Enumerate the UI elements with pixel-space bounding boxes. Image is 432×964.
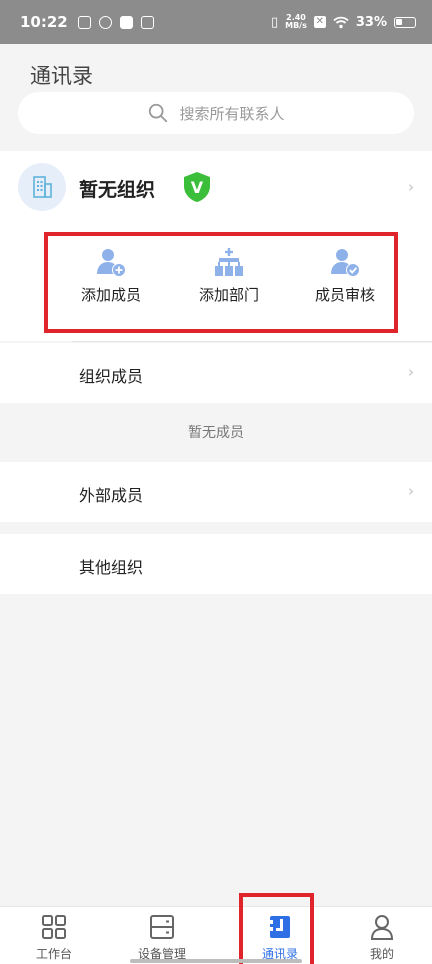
empty-members-note: 暂无成员	[188, 425, 244, 441]
other-orgs-label: 其他组织	[79, 558, 144, 577]
divider	[72, 341, 432, 342]
grid-icon	[42, 915, 66, 939]
notification-icon	[77, 15, 91, 29]
page-title: 通讯录	[30, 64, 93, 88]
external-members-label: 外部成员	[79, 486, 144, 505]
battery-icon	[394, 16, 416, 28]
building-icon	[18, 163, 66, 211]
add-department-icon	[215, 248, 243, 276]
battery-percent: 33%	[355, 14, 387, 30]
search-bar[interactable]: 搜索所有联系人	[18, 92, 414, 134]
person-icon	[370, 915, 394, 940]
org-members-row[interactable]: 组织成员 ›	[0, 343, 432, 403]
verified-shield-icon: V	[184, 172, 210, 202]
tab-label: 我的	[369, 947, 394, 961]
tab-label: 工作台	[35, 947, 72, 961]
add-department-label: 添加部门	[198, 286, 259, 304]
add-member-button[interactable]: 添加成员	[56, 246, 166, 305]
org-actions: 添加成员 添加部门 成员审核	[44, 232, 398, 333]
search-icon	[149, 103, 168, 123]
external-members-row[interactable]: 外部成员 ›	[0, 462, 432, 522]
add-member-label: 添加成员	[80, 286, 141, 304]
badge-letter: V	[191, 178, 204, 197]
member-review-button[interactable]: 成员审核	[290, 246, 400, 305]
other-orgs-row[interactable]: 其他组织	[0, 534, 432, 594]
member-review-icon	[331, 249, 360, 277]
org-row[interactable]: 暂无组织 V ›	[0, 151, 432, 223]
device-icon	[150, 915, 174, 939]
search-placeholder: 搜索所有联系人	[179, 104, 285, 123]
wifi-icon	[333, 16, 349, 28]
chevron-right-icon: ›	[408, 363, 414, 381]
home-indicator	[130, 959, 302, 963]
status-left: 10:22	[20, 13, 154, 31]
status-time: 10:22	[20, 13, 68, 31]
bottom-tab-bar: 工作台 设备管理 通讯录 我的	[0, 906, 432, 964]
notification-icon	[98, 15, 112, 29]
tab-mine[interactable]: 我的	[328, 913, 432, 962]
add-department-button[interactable]: 添加部门	[174, 246, 284, 305]
chevron-right-icon: ›	[408, 178, 414, 196]
status-bar: 10:22 ▯ 2.40 MB/s ✕ 33%	[0, 0, 432, 44]
network-speed: 2.40 MB/s	[285, 14, 307, 30]
org-name: 暂无组织	[79, 179, 156, 201]
tab-highlight-box	[239, 893, 314, 964]
member-review-label: 成员审核	[314, 286, 375, 304]
tiktok-icon	[119, 15, 133, 29]
chevron-right-icon: ›	[408, 482, 414, 500]
add-user-icon	[97, 249, 126, 277]
sim-x-icon: ✕	[313, 16, 326, 28]
tab-workbench[interactable]: 工作台	[0, 913, 108, 962]
app-icon	[140, 15, 154, 29]
status-right: ▯ 2.40 MB/s ✕ 33%	[271, 14, 416, 30]
net-speed-unit: MB/s	[285, 21, 307, 30]
vibrate-icon: ▯	[270, 14, 279, 30]
tab-device-management[interactable]: 设备管理	[108, 913, 216, 962]
org-members-label: 组织成员	[79, 367, 144, 386]
